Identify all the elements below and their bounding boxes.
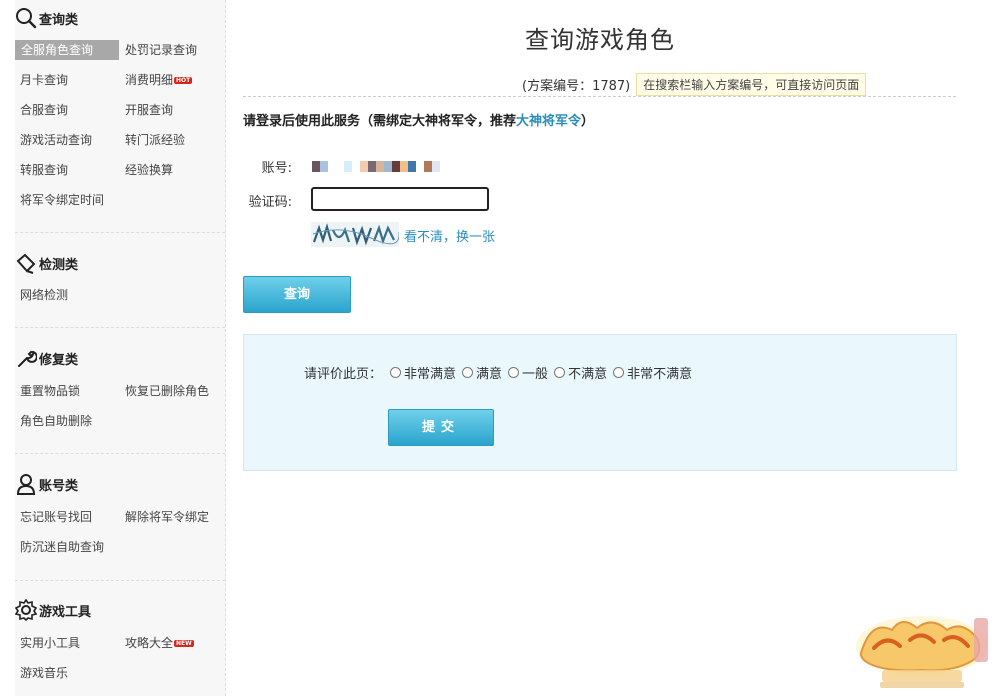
diamond-icon (16, 253, 36, 274)
mosaic-block (400, 161, 408, 172)
mosaic-block (328, 161, 336, 172)
sidebar-item-token-bind-time[interactable]: 将军令绑定时间 (20, 190, 104, 210)
rating-option-label: 非常满意 (404, 367, 457, 382)
sidebar-divider (15, 232, 225, 233)
sidebar-item-unbind-token[interactable]: 解除将军令绑定 (125, 507, 209, 527)
mosaic-block (432, 161, 440, 172)
sidebar-item-label: 消费明细 (125, 73, 174, 87)
section-header-detect: 检测类 (15, 250, 78, 276)
login-note-suffix: ） (581, 114, 595, 129)
user-icon (16, 474, 36, 495)
radio-button[interactable] (554, 367, 566, 378)
section-header-repair: 修复类 (15, 345, 78, 371)
account-label: 账号: (261, 161, 292, 176)
mosaic-block (424, 161, 432, 172)
mosaic-block (416, 161, 424, 172)
rating-box: 请评价此页： 非常满意 满意 一般 不满意 非常不满意 提交 (243, 334, 957, 471)
mosaic-block (368, 161, 376, 172)
rating-option-very-satisfied[interactable]: 非常满意 (390, 363, 456, 382)
captcha-refresh-link[interactable]: 看不清，换一张 (404, 226, 495, 245)
gear-icon (15, 599, 37, 621)
sidebar-section-repair: 修复类 重置物品锁 恢复已删除角色 角色自助删除 (15, 345, 225, 445)
query-button[interactable]: 查询 (243, 276, 351, 313)
radio-button[interactable] (508, 367, 520, 378)
rating-option-label: 满意 (476, 367, 503, 382)
sidebar-divider (15, 580, 225, 581)
rating-option-average[interactable]: 一般 (508, 363, 548, 382)
rating-option-very-unsatisfied[interactable]: 非常不满意 (613, 363, 692, 382)
radio-button[interactable] (613, 367, 625, 378)
rating-option-label: 不满意 (568, 367, 608, 382)
login-note: 请登录后使用此服务（需绑定大神将军令，推荐大神将军令） (243, 110, 594, 129)
page-title-wrap: 查询游戏角色 (0, 20, 1001, 55)
sidebar-item-game-activity-query[interactable]: 游戏活动查询 (20, 130, 92, 150)
radio-button[interactable] (462, 367, 474, 378)
submit-button[interactable]: 提交 (388, 409, 494, 446)
captcha-image[interactable] (311, 222, 399, 247)
mosaic-block (312, 161, 320, 172)
mosaic-block (408, 161, 416, 172)
account-value-masked (312, 161, 440, 172)
scheme-tip: 在搜索栏输入方案编号，可直接访问页面 (636, 72, 867, 96)
section-title: 检测类 (39, 257, 79, 273)
mosaic-block (352, 161, 360, 172)
captcha-input[interactable] (311, 187, 489, 211)
section-header-tools: 游戏工具 (15, 597, 91, 623)
rating-option-label: 非常不满意 (627, 367, 693, 382)
mosaic-block (384, 161, 392, 172)
mosaic-block (344, 161, 352, 172)
new-badge: NEW (174, 640, 194, 647)
scheme-line: (方案编号：1787) 在搜索栏输入方案编号，可直接访问页面 (522, 72, 867, 96)
sidebar-item-restore-deleted-role[interactable]: 恢复已删除角色 (125, 381, 209, 401)
sidebar-item-change-school-exp[interactable]: 转门派经验 (125, 130, 185, 150)
rating-row: 请评价此页： 非常满意 满意 一般 不满意 非常不满意 (304, 363, 698, 382)
sidebar-item-monthly-card-query[interactable]: 月卡查询 (20, 70, 68, 90)
radio-button[interactable] (390, 367, 402, 378)
sidebar-divider (15, 453, 225, 454)
rating-option-satisfied[interactable]: 满意 (462, 363, 502, 382)
mosaic-block (360, 161, 368, 172)
sidebar-item-forgot-account[interactable]: 忘记账号找回 (20, 507, 92, 527)
dashen-token-link[interactable]: 大神将军令 (516, 114, 581, 129)
sidebar-item-merge-server-query[interactable]: 合服查询 (20, 100, 68, 120)
sidebar-item-game-music[interactable]: 游戏音乐 (20, 663, 68, 683)
scheme-number: (方案编号：1787) (522, 78, 631, 94)
sidebar-item-transfer-server-query[interactable]: 转服查询 (20, 160, 68, 180)
sidebar-item-strategy-guide[interactable]: 攻略大全 NEW (125, 633, 194, 653)
game-logo (856, 616, 988, 688)
rating-option-unsatisfied[interactable]: 不满意 (554, 363, 607, 382)
sidebar-item-anti-addiction-query[interactable]: 防沉迷自助查询 (20, 537, 104, 557)
section-title: 修复类 (39, 352, 79, 368)
section-header-account: 账号类 (15, 471, 78, 497)
mosaic-block (392, 161, 400, 172)
sidebar-section-tools: 游戏工具 实用小工具 攻略大全 NEW 游戏音乐 (15, 597, 225, 697)
rating-option-label: 一般 (522, 367, 549, 382)
sidebar-item-network-detect[interactable]: 网络检测 (20, 285, 68, 305)
mosaic-block (336, 161, 344, 172)
section-title: 账号类 (39, 478, 79, 494)
sidebar-item-utility-tools[interactable]: 实用小工具 (20, 633, 80, 653)
rating-label: 请评价此页： (304, 367, 383, 382)
page-title: 查询游戏角色 (525, 26, 675, 54)
sidebar-section-account: 账号类 忘记账号找回 解除将军令绑定 防沉迷自助查询 (15, 471, 225, 571)
sidebar: 查询类 全服角色查询 处罚记录查询 月卡查询 消费明细 HOT 合服查询 开服查询… (15, 0, 226, 696)
sidebar-item-reset-item-lock[interactable]: 重置物品锁 (20, 381, 80, 401)
sidebar-item-open-server-query[interactable]: 开服查询 (125, 100, 173, 120)
sidebar-divider (15, 327, 225, 328)
sidebar-item-exp-convert[interactable]: 经验换算 (125, 160, 173, 180)
mosaic-block (320, 161, 328, 172)
sidebar-item-label: 攻略大全 (125, 636, 174, 650)
sidebar-item-consumption-detail[interactable]: 消费明细 HOT (125, 70, 193, 90)
content-divider (243, 96, 956, 97)
mosaic-block (376, 161, 384, 172)
section-title: 游戏工具 (39, 604, 92, 620)
captcha-label: 验证码: (248, 195, 292, 210)
hot-badge: HOT (174, 77, 193, 84)
login-note-prefix: 请登录后使用此服务（需绑定大神将军令，推荐 (243, 114, 517, 129)
sidebar-section-detect: 检测类 网络检测 (15, 250, 225, 310)
wrench-icon (18, 350, 37, 367)
sidebar-item-role-self-delete[interactable]: 角色自助删除 (20, 411, 92, 431)
